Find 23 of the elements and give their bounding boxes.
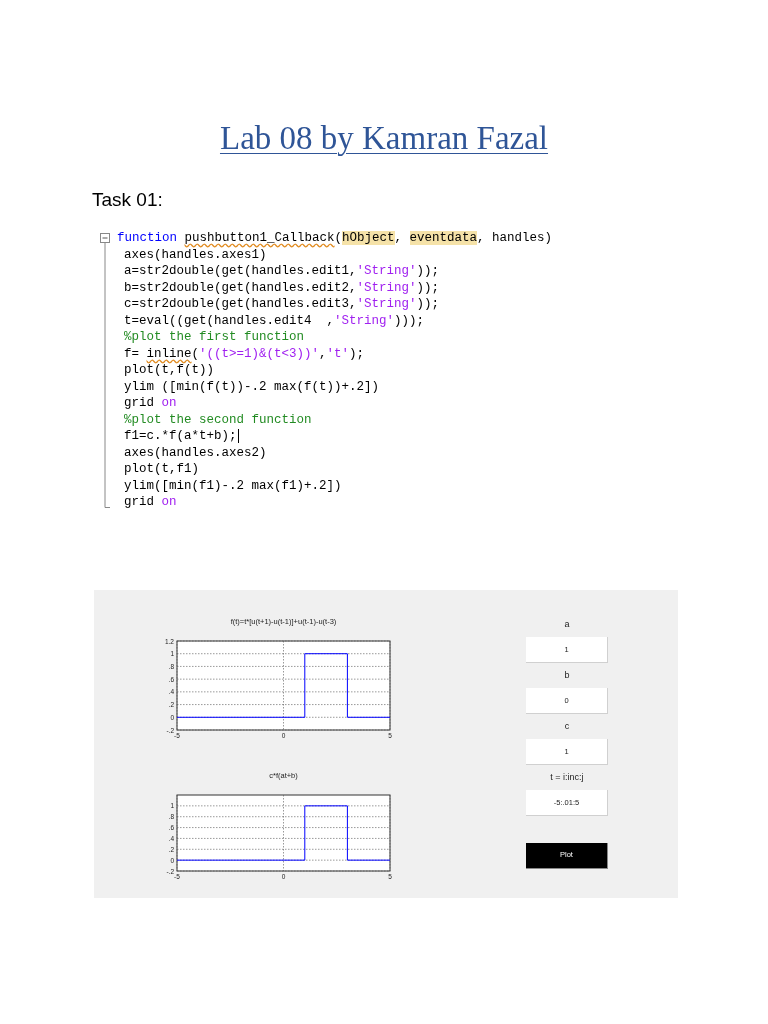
document-title: Lab 08 by Kamran Fazal [219,119,549,158]
task-heading: Task 01: [92,188,163,212]
code-line: plot(t,f(t)) [124,362,214,379]
code-line: ylim ([min(f(t))-.2 max(f(t))+.2]) [124,378,380,395]
code-line: c=str2double(get(handles.edit3,'String')); [124,296,440,313]
code-line: b=str2double(get(handles.edit2,'String')); [124,279,440,296]
code-line: function pushbutton1_Callback(hObject, eventdata, handles) [117,230,553,247]
code-line: f1=c.*f(a*t+b); [124,428,237,445]
input-label: t = i:inc:j [550,770,584,784]
code-line: %plot the first function [124,329,305,346]
code-line: grid on [124,395,177,412]
code-line: ylim([min(f1)-.2 max(f1)+.2]) [124,477,342,494]
code-line: t=eval((get(handles.edit4 ,'String'))); [124,312,425,329]
input-label: b [564,668,570,682]
code-line: a=str2double(get(handles.edit1,'String')); [124,263,440,280]
code-line: grid on [124,494,177,511]
code-line: %plot the second function [124,411,312,428]
code-line: f= inline('((t>=1)&(t<3))','t'); [124,345,365,362]
input-label: a [564,617,570,631]
input-label: c [564,719,570,733]
code-line: axes(handles.axes1) [124,246,267,263]
code-line: axes(handles.axes2) [124,444,267,461]
code-line: plot(t,f1) [124,461,199,478]
